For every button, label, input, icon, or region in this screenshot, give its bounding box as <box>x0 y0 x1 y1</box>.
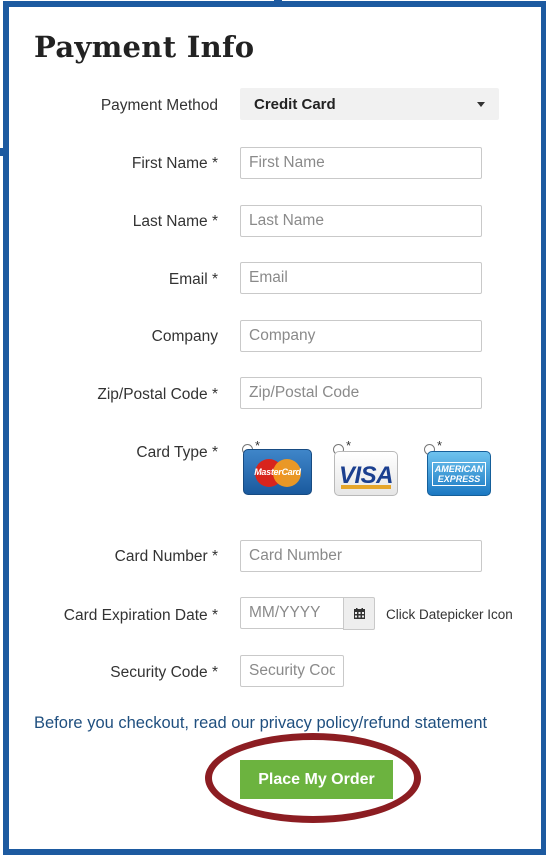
card-number-label: Card Number * <box>114 548 218 565</box>
mastercard-text: MasterCard <box>254 467 301 477</box>
datepicker-hint: Click Datepicker Icon <box>386 607 513 622</box>
chevron-down-icon <box>477 102 485 107</box>
mastercard-logo-icon: MasterCard <box>243 449 312 495</box>
zip-label: Zip/Postal Code * <box>97 386 218 403</box>
email-field[interactable] <box>240 262 482 294</box>
visa-logo-icon: VISA <box>334 451 398 496</box>
security-code-label: Security Code * <box>110 664 218 681</box>
first-name-field[interactable] <box>240 147 482 179</box>
zip-field[interactable] <box>240 377 482 409</box>
card-number-field[interactable] <box>240 540 482 572</box>
company-field[interactable] <box>240 320 482 352</box>
first-name-label: First Name * <box>131 155 218 172</box>
amex-logo-icon: AMERICAN EXPRESS <box>427 451 491 496</box>
payment-method-label: Payment Method <box>100 97 218 114</box>
security-code-field[interactable] <box>240 655 344 687</box>
last-name-label: Last Name * <box>132 213 218 230</box>
calendar-icon <box>354 608 365 619</box>
page-title: Payment Info <box>34 30 255 64</box>
payment-method-select[interactable]: Credit Card <box>240 88 499 120</box>
highlight-ring <box>205 733 421 823</box>
email-label: Email * <box>168 271 218 288</box>
last-name-field[interactable] <box>240 205 482 237</box>
company-label: Company <box>151 328 218 345</box>
expiration-field[interactable] <box>240 597 344 629</box>
amex-text: AMERICAN EXPRESS <box>432 462 486 486</box>
expiration-label: Card Expiration Date * <box>63 607 218 624</box>
datepicker-button[interactable] <box>343 597 375 630</box>
payment-method-value: Credit Card <box>254 95 336 113</box>
card-type-label: Card Type * <box>136 444 218 461</box>
checkout-notice: Before you checkout, read our privacy po… <box>34 714 488 732</box>
